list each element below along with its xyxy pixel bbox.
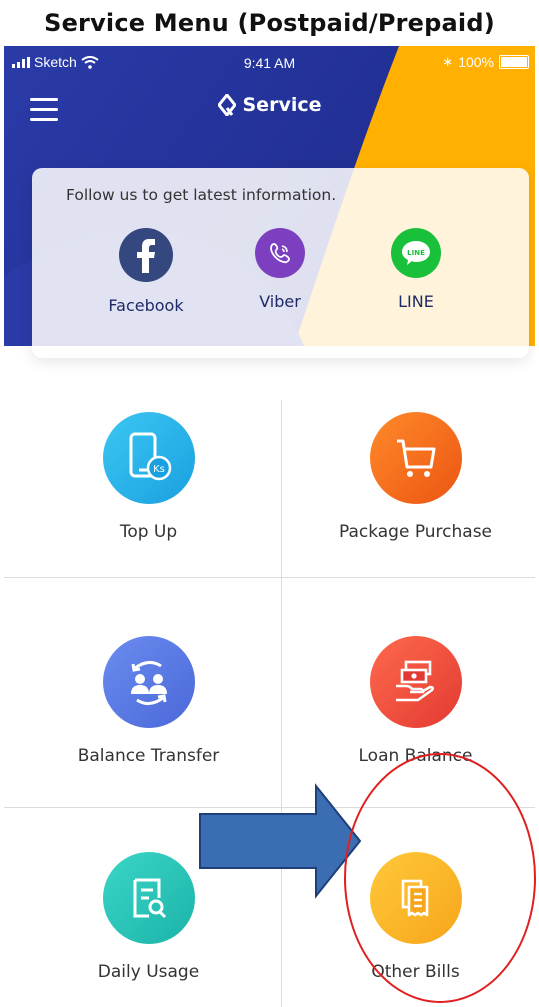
facebook-icon: [119, 228, 173, 282]
viber-icon: [255, 228, 305, 278]
social-heading: Follow us to get latest information.: [66, 186, 337, 204]
grid-divider-vertical: [281, 400, 282, 1007]
service-label-loan-balance: Loan Balance: [358, 746, 473, 766]
service-label-balance-transfer: Balance Transfer: [77, 746, 220, 766]
social-label-line: LINE: [398, 292, 434, 311]
social-label-viber: Viber: [259, 292, 301, 311]
battery-icon: [499, 55, 529, 69]
line-icon: LINE: [391, 228, 441, 278]
service-label-other-bills: Other Bills: [371, 962, 460, 982]
service-daily-usage[interactable]: Daily Usage: [16, 852, 281, 1007]
status-bar: Sketch 9:41 AM ∗ 100%: [4, 46, 535, 76]
service-other-bills[interactable]: Other Bills: [283, 852, 535, 1007]
social-viber[interactable]: Viber: [225, 228, 335, 311]
social-label-facebook: Facebook: [108, 296, 184, 315]
header-title-text: Service: [242, 94, 322, 116]
page-caption: Service Menu (Postpaid/Prepaid): [44, 9, 495, 37]
topup-badge-text: Ks: [153, 464, 165, 475]
service-loan-balance[interactable]: Loan Balance: [283, 636, 535, 836]
line-badge-text: LINE: [407, 249, 425, 257]
social-line[interactable]: LINE LINE: [361, 228, 471, 311]
service-label-daily-usage: Daily Usage: [97, 962, 200, 982]
brand-logo-icon: [217, 94, 236, 116]
header-title: Service: [4, 94, 535, 116]
service-package-purchase[interactable]: Package Purchase: [283, 412, 535, 612]
service-top-up[interactable]: Ks Top Up: [16, 412, 281, 612]
service-label-package-purchase: Package Purchase: [338, 522, 493, 542]
phone-screen: Sketch 9:41 AM ∗ 100% Service Follow us …: [4, 46, 535, 1007]
bluetooth-icon: ∗: [442, 54, 454, 69]
service-label-top-up: Top Up: [119, 522, 178, 542]
loan-hand-icon: [369, 636, 462, 728]
cart-icon: [369, 412, 462, 504]
service-balance-transfer[interactable]: Balance Transfer: [16, 636, 281, 836]
phone-topup-icon: Ks: [102, 412, 195, 504]
social-card: Follow us to get latest information. Fac…: [32, 168, 529, 358]
usage-report-icon: [102, 852, 195, 944]
social-facebook[interactable]: Facebook: [91, 228, 201, 315]
bills-icon: [369, 852, 462, 944]
battery-percent: 100%: [458, 54, 494, 70]
users-exchange-icon: [102, 636, 195, 728]
